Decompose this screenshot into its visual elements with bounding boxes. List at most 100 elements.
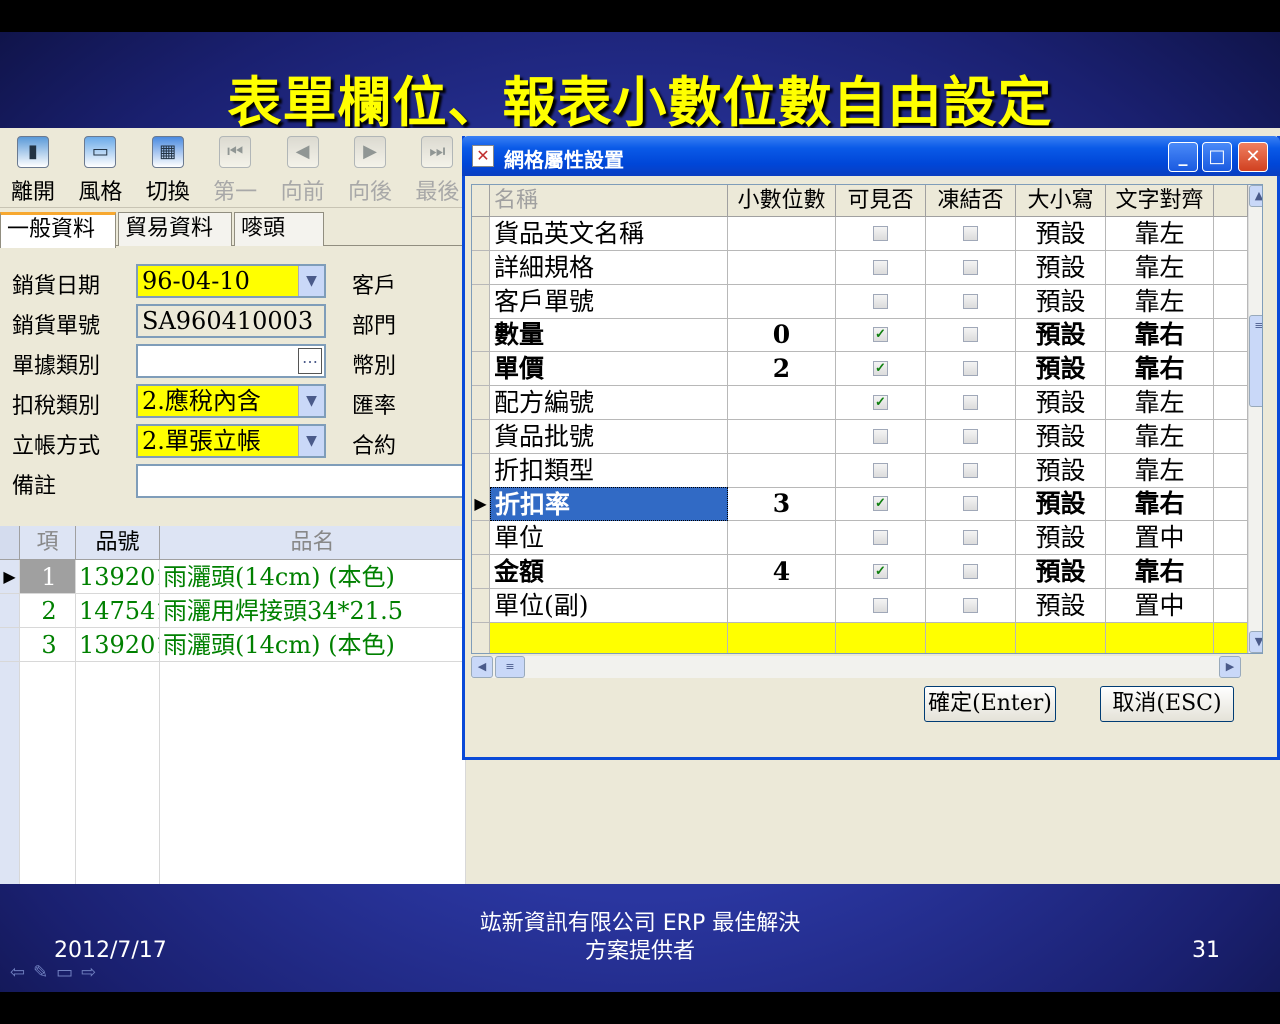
prop-cell-decimals[interactable] xyxy=(728,588,836,623)
checkbox-visible[interactable]: ✓ xyxy=(873,361,888,377)
sales-no-field[interactable]: SA960410003 xyxy=(136,304,326,338)
grid-header-name[interactable]: 品名 xyxy=(160,526,466,560)
prop-cell-decimals[interactable] xyxy=(728,453,836,488)
detail-cell-name[interactable]: 雨灑頭(14cm) (本色) xyxy=(160,628,466,662)
toolbar-button-2[interactable]: ▦ 切換 xyxy=(135,134,201,205)
prop-cell-visible[interactable] xyxy=(836,453,926,488)
row-indicator[interactable] xyxy=(472,284,490,319)
prop-cell-filler[interactable] xyxy=(1214,453,1248,488)
sales-date-field[interactable]: 96-04-10 ▼ xyxy=(136,264,326,298)
ok-button[interactable]: 確定(Enter) xyxy=(924,686,1056,722)
prop-cell-frozen[interactable] xyxy=(926,284,1016,319)
prop-cell-case[interactable]: 預設 xyxy=(1016,318,1106,353)
prop-cell-decimals[interactable] xyxy=(728,284,836,319)
toolbar-button-5[interactable]: ▶ 向後 xyxy=(337,134,403,205)
checkbox-frozen[interactable] xyxy=(963,428,978,444)
maximize-icon[interactable]: □ xyxy=(1202,142,1232,172)
detail-cell-item[interactable]: 3 xyxy=(20,628,76,662)
checkbox-visible[interactable]: ✓ xyxy=(873,395,888,410)
prop-cell-name[interactable]: 貨品批號 xyxy=(490,419,728,454)
prop-cell-case[interactable]: 預設 xyxy=(1016,555,1106,589)
minimize-icon[interactable]: _ xyxy=(1168,142,1198,172)
prop-cell-case[interactable]: 預設 xyxy=(1016,487,1106,522)
checkbox-frozen[interactable] xyxy=(963,597,978,613)
prop-cell-name[interactable]: 客戶單號 xyxy=(490,284,728,319)
checkbox-frozen[interactable] xyxy=(963,564,978,579)
hscroll-thumb[interactable]: ≡ xyxy=(495,656,525,678)
checkbox-frozen[interactable] xyxy=(963,462,978,478)
header-case[interactable]: 大小寫 xyxy=(1016,185,1106,217)
prop-cell-case[interactable]: 預設 xyxy=(1016,453,1106,488)
tab-shipping-mark[interactable]: 嘜頭 xyxy=(234,212,324,246)
detail-cell-code[interactable]: 139201 xyxy=(76,628,160,662)
checkbox-frozen[interactable] xyxy=(963,259,978,275)
row-indicator[interactable] xyxy=(472,622,490,653)
scroll-thumb[interactable]: ≡ xyxy=(1249,315,1262,407)
prop-cell-case[interactable]: 預設 xyxy=(1016,284,1106,319)
prop-cell-frozen[interactable] xyxy=(926,352,1016,387)
prop-cell-frozen[interactable] xyxy=(926,555,1016,589)
chevron-down-icon[interactable]: ▼ xyxy=(298,426,324,456)
prop-cell-case[interactable]: 預設 xyxy=(1016,386,1106,420)
prop-cell-name[interactable]: 金額 xyxy=(490,555,728,589)
prop-cell-filler[interactable] xyxy=(1214,217,1248,251)
row-indicator[interactable] xyxy=(472,419,490,454)
prop-cell-visible[interactable] xyxy=(836,284,926,319)
horizontal-scrollbar[interactable]: ◀ ≡ ▶ xyxy=(471,656,1241,678)
dialog-titlebar[interactable]: ✕ 網格屬性設置 _ □ ✕ xyxy=(462,136,1280,176)
header-decimals[interactable]: 小數位數 xyxy=(728,185,836,217)
prop-cell-filler[interactable] xyxy=(1214,521,1248,556)
toolbar-button-4[interactable]: ◀ 向前 xyxy=(270,134,336,205)
toolbar-button-0[interactable]: ▮ 離開 xyxy=(0,134,66,205)
prop-cell-filler[interactable] xyxy=(1214,352,1248,387)
prop-cell-filler[interactable] xyxy=(1214,386,1248,420)
checkbox-frozen[interactable] xyxy=(963,293,978,309)
row-indicator[interactable] xyxy=(472,352,490,387)
remark-field[interactable] xyxy=(136,464,466,498)
row-indicator[interactable] xyxy=(472,588,490,623)
prop-cell-case[interactable]: 預設 xyxy=(1016,250,1106,285)
prop-cell-case[interactable]: 預設 xyxy=(1016,352,1106,387)
prop-cell-align[interactable]: 靠左 xyxy=(1106,250,1214,285)
prop-cell-frozen[interactable] xyxy=(926,453,1016,488)
tab-general[interactable]: 一般資料 xyxy=(0,212,116,248)
prop-cell-frozen[interactable] xyxy=(926,318,1016,353)
checkbox-frozen[interactable] xyxy=(963,395,978,410)
checkbox-visible[interactable] xyxy=(873,226,888,241)
close-icon[interactable]: ✕ xyxy=(1238,142,1268,172)
checkbox-frozen[interactable] xyxy=(963,327,978,343)
row-indicator[interactable]: ▶ xyxy=(0,560,20,594)
new-row-cell[interactable] xyxy=(1106,622,1214,653)
row-indicator[interactable] xyxy=(472,386,490,420)
prop-cell-decimals[interactable] xyxy=(728,217,836,251)
prop-cell-decimals[interactable]: 3 xyxy=(728,487,836,522)
tax-type-field[interactable]: 2.應稅內含 ▼ xyxy=(136,384,326,418)
prop-cell-filler[interactable] xyxy=(1214,318,1248,353)
prop-cell-decimals[interactable]: 0 xyxy=(728,318,836,353)
prop-cell-case[interactable]: 預設 xyxy=(1016,521,1106,556)
checkbox-frozen[interactable] xyxy=(963,530,978,546)
detail-cell-item[interactable]: 1 xyxy=(20,560,76,594)
prop-cell-decimals[interactable]: 2 xyxy=(728,352,836,387)
checkbox-frozen[interactable] xyxy=(963,496,978,512)
row-indicator[interactable] xyxy=(472,250,490,285)
vertical-scrollbar[interactable]: ▲ ≡ ▼ xyxy=(1248,185,1262,653)
prop-cell-decimals[interactable] xyxy=(728,419,836,454)
prop-cell-decimals[interactable]: 4 xyxy=(728,555,836,589)
detail-cell-code[interactable]: 147541 xyxy=(76,594,160,628)
prop-cell-case[interactable]: 預設 xyxy=(1016,217,1106,251)
new-row-cell[interactable] xyxy=(728,622,836,653)
prop-cell-filler[interactable] xyxy=(1214,487,1248,522)
prop-cell-decimals[interactable] xyxy=(728,386,836,420)
chevron-down-icon[interactable]: ▼ xyxy=(298,266,324,296)
prop-cell-visible[interactable]: ✓ xyxy=(836,352,926,387)
header-frozen[interactable]: 凍結否 xyxy=(926,185,1016,217)
scroll-right-icon[interactable]: ▶ xyxy=(1219,656,1241,678)
new-row-cell[interactable] xyxy=(1214,622,1248,653)
prop-cell-align[interactable]: 置中 xyxy=(1106,521,1214,556)
prop-cell-case[interactable]: 預設 xyxy=(1016,588,1106,623)
prop-cell-name[interactable]: 配方編號 xyxy=(490,386,728,420)
row-indicator[interactable] xyxy=(0,594,20,628)
prop-cell-align[interactable]: 置中 xyxy=(1106,588,1214,623)
prop-cell-visible[interactable] xyxy=(836,419,926,454)
